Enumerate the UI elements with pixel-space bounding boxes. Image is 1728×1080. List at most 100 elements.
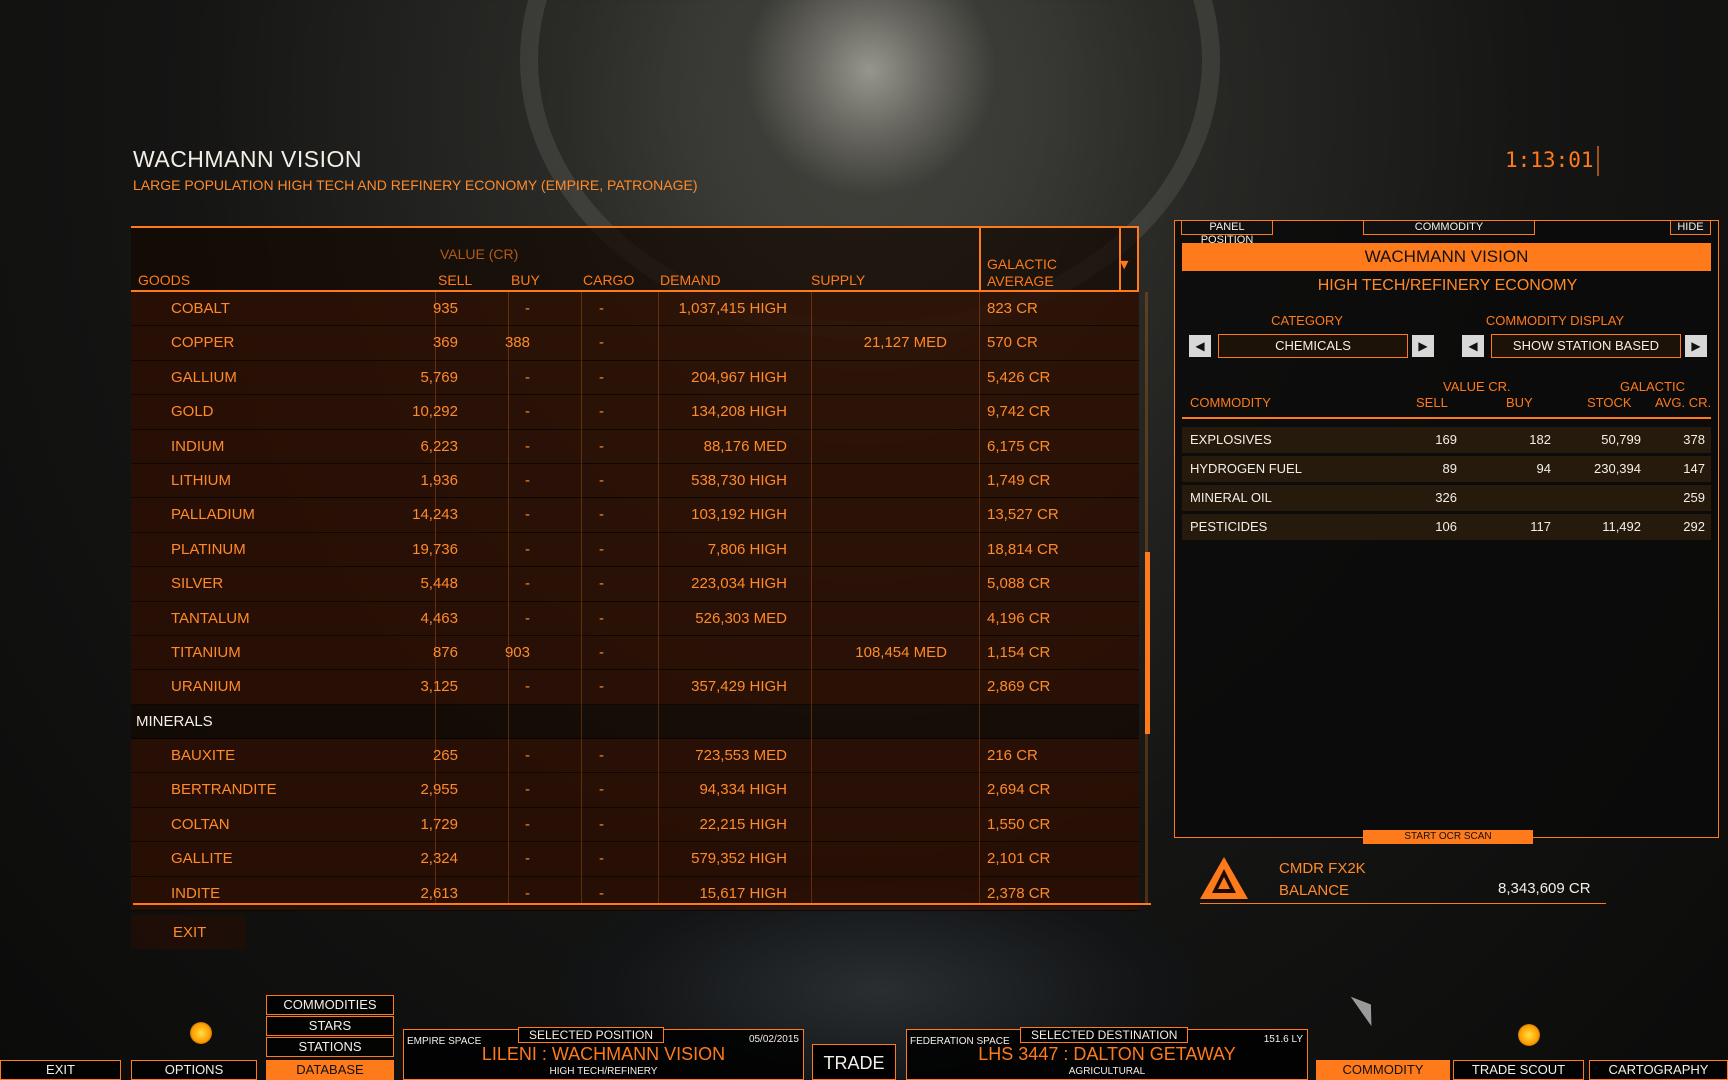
stars-button[interactable]: STARS [266, 1016, 394, 1036]
table-row[interactable]: INDIUM 6,223 - - 88,176 MED 6,175 CR [131, 429, 1139, 464]
commodity-sell: 89 [1442, 461, 1457, 476]
demand-header[interactable]: DEMAND [660, 272, 721, 288]
table-row[interactable]: TANTALUM 4,463 - - 526,303 MED 4,196 CR [131, 601, 1139, 636]
exit-button[interactable]: EXIT [0, 1060, 121, 1080]
demand-value: 579,352 HIGH [691, 850, 787, 868]
table-row[interactable]: URANIUM 3,125 - - 357,429 HIGH 2,869 CR [131, 670, 1139, 705]
hide-panel-button[interactable]: HIDE [1670, 220, 1711, 235]
galactic-average: 6,175 CR [987, 437, 1051, 455]
selected-position-box[interactable]: SELECTED POSITION EMPIRE SPACE 05/02/201… [403, 1027, 804, 1080]
galactic-average: 2,694 CR [987, 781, 1051, 799]
rank-icon [1200, 857, 1248, 899]
table-row[interactable]: GALLIUM 5,769 - - 204,967 HIGH 5,426 CR [131, 360, 1139, 396]
commodity-tab[interactable]: COMMODITY [1363, 220, 1535, 235]
table-row[interactable]: GALLITE 2,324 - - 579,352 HIGH 2,101 CR [131, 842, 1139, 877]
galactic-average: 570 CR [987, 334, 1038, 352]
stations-button[interactable]: STATIONS [266, 1037, 394, 1057]
galactic-average: 4,196 CR [987, 609, 1051, 627]
sell-header[interactable]: SELL [438, 272, 472, 288]
table-row[interactable]: PALLADIUM 14,243- -103,192 HIGH 13,527 CR [131, 498, 1139, 533]
galactic-average: 5,088 CR [987, 575, 1051, 593]
table-row[interactable]: COPPER 369 388-21,127 MED 570 CR [131, 326, 1139, 361]
buy-price: - [525, 368, 530, 386]
demand-value: 94,334 HIGH [699, 781, 787, 799]
demand-value: 723,553 MED [695, 747, 787, 765]
supply-value: 108,454 MED [855, 643, 947, 661]
sell-price: 5,448 [420, 575, 458, 593]
sell-price: 876 [432, 643, 458, 661]
selected-destination-box[interactable]: SELECTED DESTINATION FEDERATION SPACE 15… [906, 1027, 1308, 1080]
demand-value: 88,176 MED [703, 437, 787, 455]
display-next-button[interactable]: ▶ [1685, 335, 1707, 357]
category-prev-button[interactable]: ◀ [1189, 335, 1211, 357]
commodity-stock: 230,394 [1594, 461, 1641, 476]
demand-value: 526,303 MED [695, 609, 787, 627]
commodity-row[interactable]: MINERAL OIL 326 259 [1182, 485, 1711, 511]
galactic-header: GALACTIC [1620, 379, 1686, 394]
value-cr-header: VALUE CR. [1443, 379, 1511, 394]
selected-destination-label: SELECTED DESTINATION [1020, 1027, 1189, 1043]
cartography-button[interactable]: CARTOGRAPHY [1589, 1060, 1728, 1080]
commodity-tab-button[interactable]: COMMODITY [1316, 1060, 1450, 1080]
commodity-avg: 292 [1683, 519, 1705, 534]
table-row[interactable]: COBALT 935 - - 1,037,415 HIGH 823 CR [131, 292, 1139, 327]
table-row[interactable]: BAUXITE 265 - - 723,553 MED 216 CR [131, 739, 1139, 774]
market-scrollbar-thumb[interactable] [1145, 552, 1150, 734]
galactic-header-line2[interactable]: AVERAGE [987, 273, 1054, 289]
buy-price: - [525, 437, 530, 455]
goods-name: TITANIUM [171, 643, 241, 661]
table-row[interactable]: TITANIUM 876 903-108,454 MED 1,154 CR [131, 635, 1139, 671]
display-select[interactable]: SHOW STATION BASED [1491, 334, 1681, 358]
options-button[interactable]: OPTIONS [131, 1060, 257, 1080]
cargo-count: - [599, 609, 604, 627]
commander-divider [1200, 903, 1606, 904]
supply-header[interactable]: SUPPLY [811, 272, 865, 288]
panel-position-tab[interactable]: PANEL POSITION [1181, 220, 1273, 246]
buy-price: - [525, 471, 530, 489]
galactic-average: 13,527 CR [987, 506, 1059, 524]
start-ocr-scan-button[interactable]: START OCR SCAN [1363, 830, 1533, 844]
display-prev-button[interactable]: ◀ [1462, 335, 1484, 357]
panel-buy-header[interactable]: BUY [1506, 395, 1533, 410]
goods-name: COPPER [171, 334, 235, 352]
goods-name: COBALT [171, 300, 230, 317]
commodity-row[interactable]: HYDROGEN FUEL 89 94 230,394 147 [1182, 456, 1711, 482]
commodity-row[interactable]: PESTICIDES 106 117 11,492 292 [1182, 514, 1711, 540]
table-row[interactable]: GOLD 10,292- -134,208 HIGH 9,742 CR [131, 395, 1139, 430]
table-row[interactable]: LITHIUM 1,936 - - 538,730 HIGH 1,749 CR [131, 463, 1139, 499]
table-row[interactable]: INDITE 2,613 - - 15,617 HIGH 2,378 CR [131, 876, 1139, 912]
goods-header[interactable]: GOODS [138, 272, 190, 288]
market-rows: COBALT 935 - - 1,037,415 HIGH 823 CR COPPER 369… [131, 292, 1139, 912]
buy-header[interactable]: BUY [511, 272, 540, 288]
commodity-buy: 117 [1530, 519, 1551, 534]
buy-price: - [525, 815, 530, 833]
commodities-button[interactable]: COMMODITIES [266, 995, 394, 1015]
category-select[interactable]: CHEMICALS [1218, 334, 1408, 358]
goods-name: LITHIUM [171, 471, 231, 489]
panel-sell-header[interactable]: SELL [1416, 395, 1448, 410]
cargo-header[interactable]: CARGO [583, 272, 634, 288]
market-table: VALUE (CR) GOODS SELL BUY CARGO DEMAND S… [131, 226, 1139, 912]
commodity-header[interactable]: COMMODITY [1190, 395, 1271, 410]
table-row[interactable]: SILVER 5,448 - - 223,034 HIGH 5,088 CR [131, 567, 1139, 602]
commodity-avg: 378 [1683, 432, 1705, 447]
buy-price: - [525, 300, 530, 317]
panel-avg-header[interactable]: AVG. CR. [1655, 395, 1711, 410]
table-row[interactable]: BERTRANDITE 2,955 - - 94,334 HIGH 2,694 CR [131, 773, 1139, 808]
table-row[interactable]: COLTAN 1,729 - - 22,215 HIGH 1,550 CR [131, 807, 1139, 843]
category-label: CATEGORY [1271, 313, 1343, 328]
table-row[interactable]: PLATINUM 19,736- -7,806 HIGH 18,814 CR [131, 532, 1139, 568]
exit-market-button[interactable]: EXIT [173, 924, 206, 941]
panel-stock-header[interactable]: STOCK [1587, 395, 1632, 410]
galactic-header-line1[interactable]: GALACTIC [987, 256, 1057, 272]
trade-scout-button[interactable]: TRADE SCOUT [1453, 1060, 1584, 1080]
trade-button[interactable]: TRADE [812, 1044, 896, 1080]
commodity-row[interactable]: EXPLOSIVES 169 182 50,799 378 [1182, 427, 1711, 453]
console-light-icon [190, 1022, 212, 1044]
category-next-button[interactable]: ▶ [1412, 335, 1434, 357]
game-clock: 1:13:01 [1505, 148, 1594, 172]
sell-price: 6,223 [420, 437, 458, 455]
database-button[interactable]: DATABASE [266, 1060, 394, 1080]
sort-arrow-icon[interactable]: ▼ [1120, 258, 1128, 271]
column-divider [979, 292, 980, 904]
